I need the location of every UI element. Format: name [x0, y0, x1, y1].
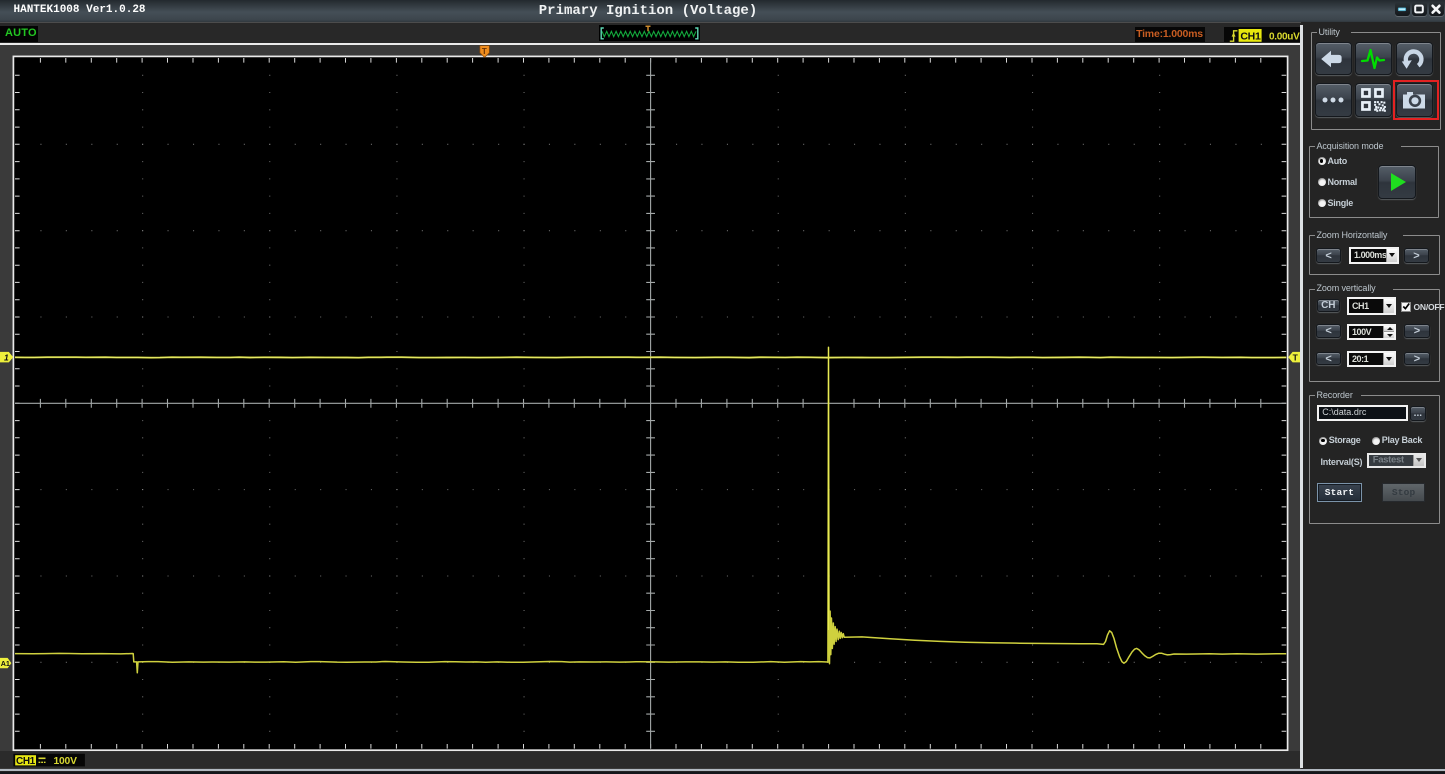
svg-text:1: 1	[4, 352, 9, 362]
svg-text:CH1: CH1	[16, 756, 36, 767]
svg-text:T: T	[1293, 353, 1299, 363]
svg-text:A1: A1	[1, 659, 10, 668]
svg-text:CH1: CH1	[1240, 30, 1261, 42]
svg-text:T: T	[482, 47, 487, 56]
svg-text:0.00uV: 0.00uV	[1269, 31, 1300, 42]
svg-text:100V: 100V	[54, 756, 78, 767]
